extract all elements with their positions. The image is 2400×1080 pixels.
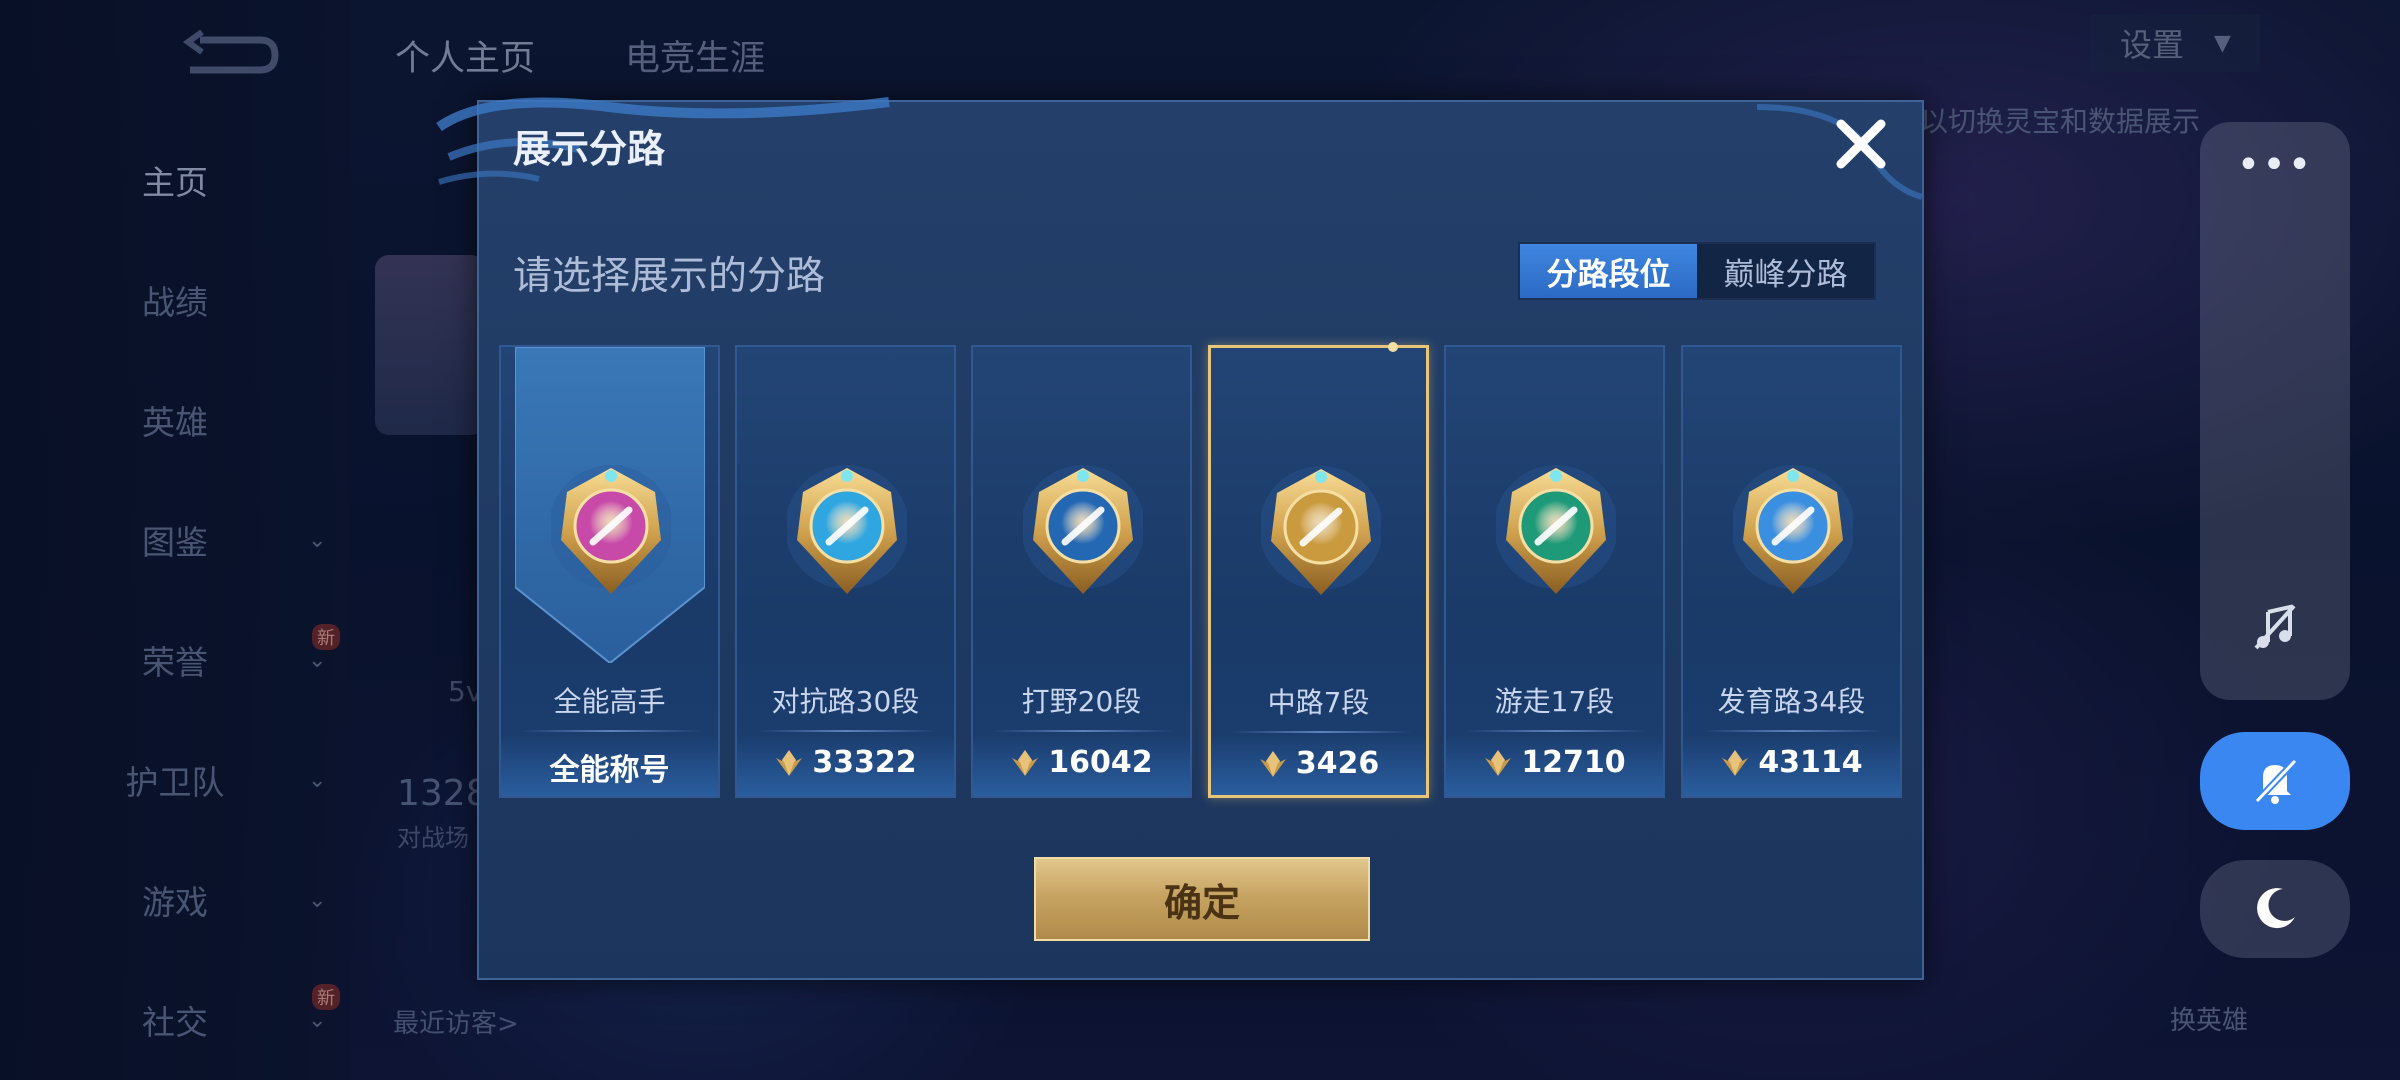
night-mode-button[interactable] <box>2200 860 2350 958</box>
lane-card[interactable]: 对抗路30段 33322 <box>735 345 956 798</box>
lane-card[interactable]: 全能高手 全能称号 <box>499 345 720 798</box>
cloud-ornament-icon <box>436 97 890 185</box>
divider <box>757 730 937 732</box>
dialog-title: 展示分路 <box>513 127 666 171</box>
lane-card-value-row: 12710 <box>1446 745 1663 780</box>
lane-card-name: 对抗路30段 <box>771 685 920 718</box>
peak-points-icon <box>1485 749 1512 776</box>
peak-points-icon <box>1012 749 1039 776</box>
divider <box>993 730 1173 732</box>
divider <box>1466 730 1646 732</box>
lane-display-dialog: 展示分路 请选择展示的分路 分路段位 巅峰分路 全能高手 全能称号 对抗路30段 33… <box>436 97 1924 980</box>
close-button[interactable] <box>1831 114 1891 174</box>
confirm-button[interactable]: 确定 <box>1034 857 1370 941</box>
lane-card-value: 33322 <box>812 745 917 780</box>
moon-icon <box>2257 888 2295 929</box>
lane-emblem-icon <box>1023 465 1143 594</box>
lane-emblem-icon <box>551 465 671 594</box>
lane-emblem-icon <box>1496 465 1616 594</box>
lane-card-name: 发育路34段 <box>1717 685 1866 718</box>
lane-emblem-icon <box>1261 466 1381 595</box>
divider <box>1703 730 1883 732</box>
peak-points-icon <box>1259 750 1286 777</box>
lane-card-value-row: 33322 <box>737 745 954 780</box>
divider <box>1231 731 1411 733</box>
mute-notifications-button[interactable] <box>2200 732 2350 830</box>
close-icon <box>1836 119 1886 169</box>
lane-card-value: 3426 <box>1295 746 1380 781</box>
lane-card-value-row: 16042 <box>973 745 1190 780</box>
lane-card-name: 全能高手 <box>553 685 666 718</box>
lane-card-value: 16042 <box>1048 745 1153 780</box>
lane-card-name: 打野20段 <box>1021 685 1142 718</box>
lane-card[interactable]: 打野20段 16042 <box>971 345 1192 798</box>
toggle-peak-lane[interactable]: 巅峰分路 <box>1697 244 1874 298</box>
lane-card-value: 全能称号 <box>549 753 670 788</box>
lane-card-value-row: 43114 <box>1683 745 1900 780</box>
lane-emblem-icon <box>1733 465 1853 594</box>
bell-off-icon <box>2254 758 2298 804</box>
lane-card-name: 中路7段 <box>1267 686 1370 719</box>
floating-toolbar: ••• <box>2200 122 2350 700</box>
divider <box>521 730 701 732</box>
peak-points-icon <box>1722 749 1749 776</box>
dialog-subtitle: 请选择展示的分路 <box>513 254 826 299</box>
lane-card-value-row: 全能称号 <box>501 745 718 789</box>
music-off-icon[interactable] <box>2250 602 2300 652</box>
toggle-lane-rank[interactable]: 分路段位 <box>1520 244 1697 298</box>
lane-card-value: 12710 <box>1521 745 1626 780</box>
lane-card[interactable]: 游走17段 12710 <box>1444 345 1665 798</box>
peak-points-icon <box>776 749 803 776</box>
lane-mode-toggle: 分路段位 巅峰分路 <box>1518 242 1876 300</box>
lane-card-value: 43114 <box>1758 745 1863 780</box>
lane-card-name: 游走17段 <box>1494 685 1615 718</box>
lane-card-value-row: 3426 <box>1211 746 1426 781</box>
lane-card[interactable]: 发育路34段 43114 <box>1681 345 1902 798</box>
lane-card[interactable]: 中路7段 3426 <box>1208 342 1429 798</box>
lane-emblem-icon <box>787 465 907 594</box>
selected-indicator <box>1388 342 1398 352</box>
more-icon[interactable]: ••• <box>2200 142 2350 188</box>
